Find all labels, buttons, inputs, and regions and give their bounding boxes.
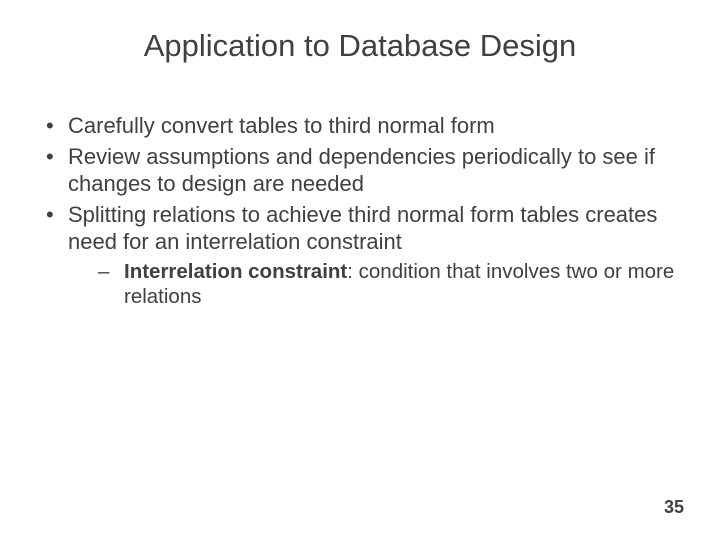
sub-bullet-list: Interrelation constraint: condition that…: [68, 259, 680, 310]
bullet-text: Carefully convert tables to third normal…: [68, 113, 495, 138]
bullet-item: Splitting relations to achieve third nor…: [40, 201, 680, 310]
sub-bullet-item: Interrelation constraint: condition that…: [68, 259, 680, 310]
bullet-text: Splitting relations to achieve third nor…: [68, 202, 657, 255]
page-number: 35: [664, 497, 684, 518]
bullet-item: Carefully convert tables to third normal…: [40, 112, 680, 140]
bullet-list: Carefully convert tables to third normal…: [40, 112, 680, 310]
definition-term: Interrelation constraint: [124, 260, 347, 283]
bullet-item: Review assumptions and dependencies peri…: [40, 143, 680, 198]
slide-title: Application to Database Design: [0, 28, 720, 64]
slide: Application to Database Design Carefully…: [0, 0, 720, 540]
slide-body: Carefully convert tables to third normal…: [40, 112, 680, 313]
bullet-text: Review assumptions and dependencies peri…: [68, 144, 655, 197]
